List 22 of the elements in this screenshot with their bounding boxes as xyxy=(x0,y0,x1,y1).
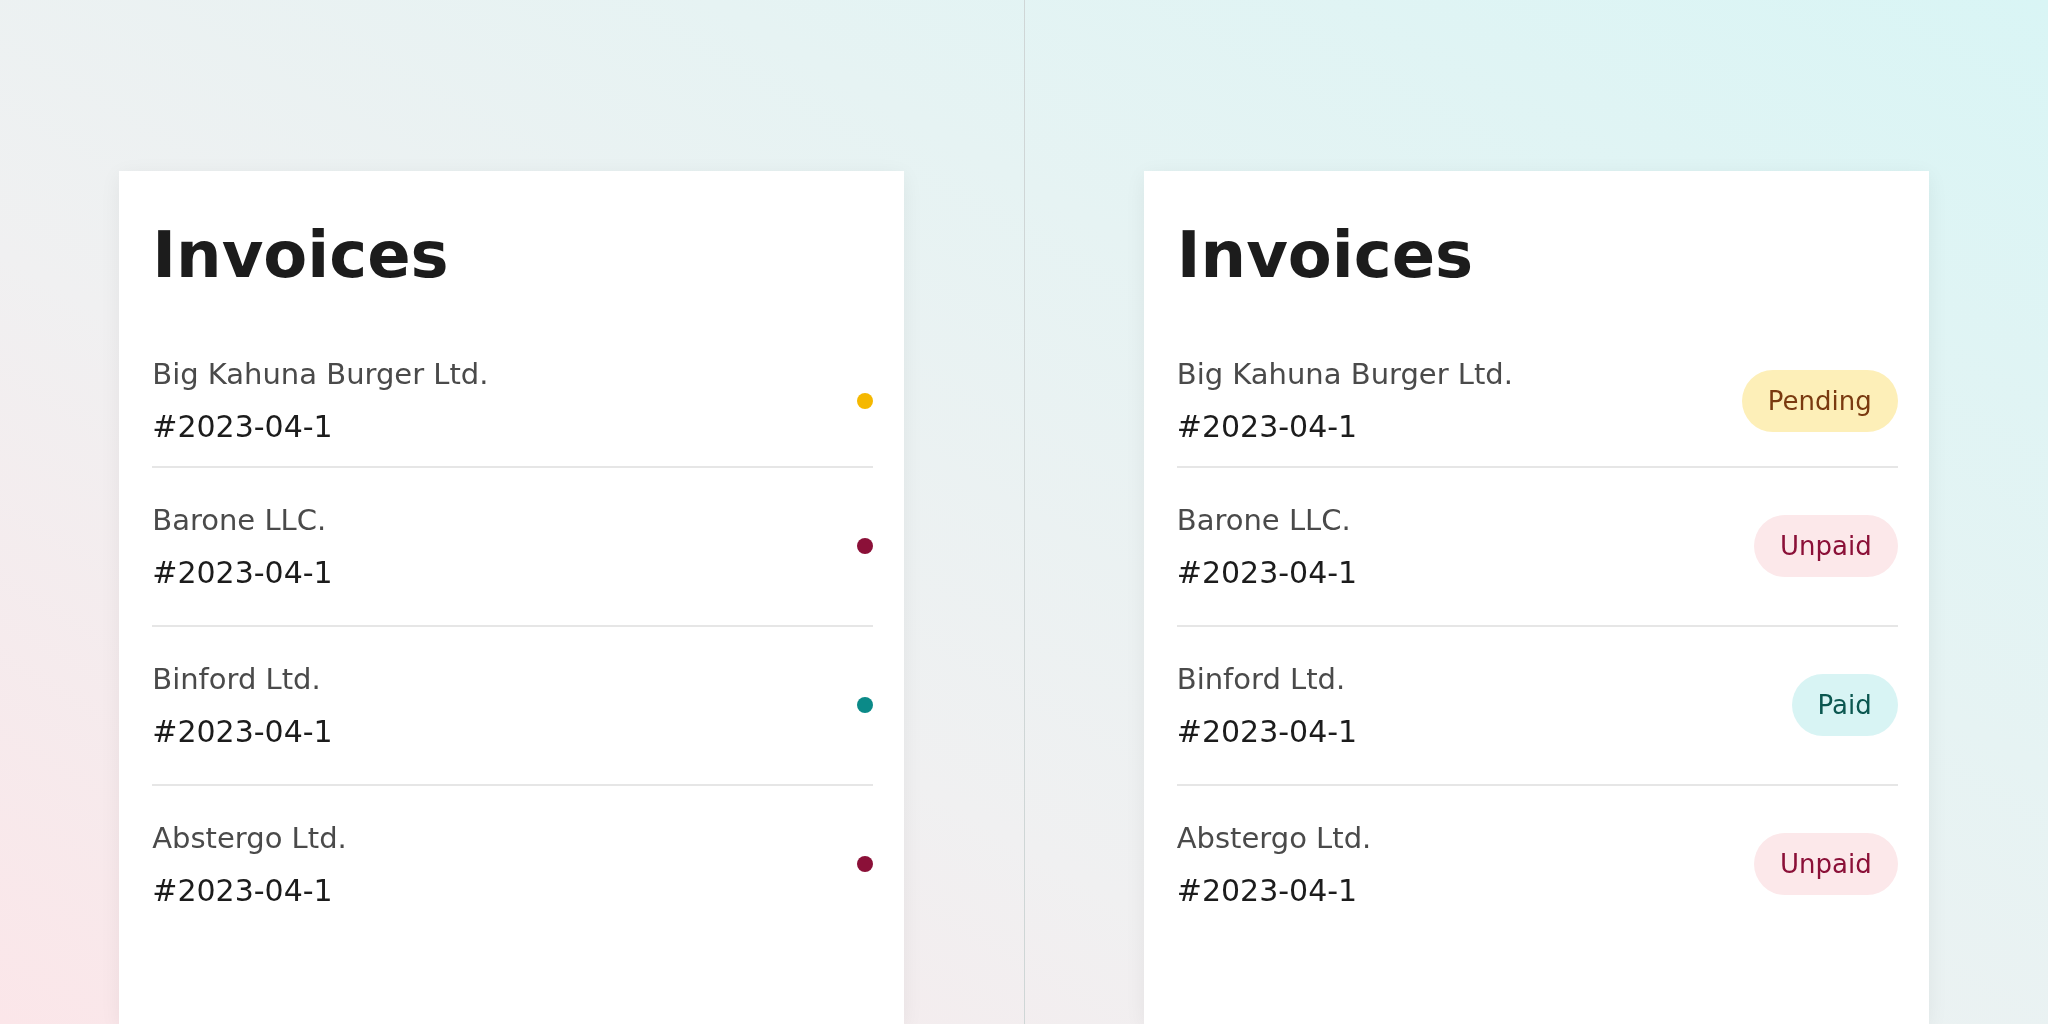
status-badge: Pending xyxy=(1741,369,1898,432)
invoice-number: #2023-04-1 xyxy=(1176,872,1359,908)
client-name: Big Kahuna Burger Ltd. xyxy=(152,357,489,392)
invoice-number: #2023-04-1 xyxy=(152,713,333,749)
status-badge: Unpaid xyxy=(1754,515,1898,578)
invoice-number: #2023-04-1 xyxy=(1176,713,1358,749)
invoice-number: #2023-04-1 xyxy=(152,409,334,445)
client-name: Barone LLC. xyxy=(1176,502,1352,537)
client-name: Abstergo Ltd. xyxy=(152,820,347,855)
status-badge: Unpaid xyxy=(1754,833,1898,896)
card-title: Invoices xyxy=(1176,217,1475,294)
client-name: Binford Ltd. xyxy=(1176,661,1347,696)
status-badge: Paid xyxy=(1791,674,1898,737)
invoice-number: #2023-04-1 xyxy=(152,554,333,590)
invoice-number: #2023-04-1 xyxy=(152,872,334,908)
invoice-number: #2023-04-1 xyxy=(1176,409,1359,445)
client-name: Binford Ltd. xyxy=(152,661,322,696)
client-name: Barone LLC. xyxy=(152,502,328,537)
card-title: Invoices xyxy=(152,217,450,294)
invoice-number: #2023-04-1 xyxy=(1176,554,1358,590)
client-name: Abstergo Ltd. xyxy=(1176,820,1372,855)
client-name: Big Kahuna Burger Ltd. xyxy=(1176,357,1513,392)
